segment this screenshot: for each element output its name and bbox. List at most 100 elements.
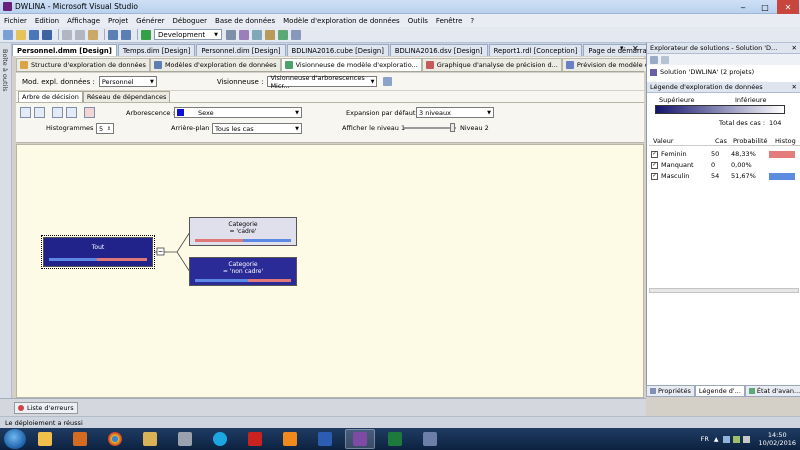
model-select[interactable]: Personnel ▼: [98, 76, 157, 87]
open-icon[interactable]: [16, 29, 26, 40]
menu-bar: Fichier Edition Affichage Projet Générer…: [0, 14, 800, 27]
clock[interactable]: 14:50 10/02/2016: [759, 431, 796, 447]
tree-node-root[interactable]: Tout: [41, 235, 155, 269]
horizontal-scrollbar[interactable]: [649, 288, 799, 293]
taskbar-sql[interactable]: [170, 429, 200, 449]
toolbox-icon[interactable]: [265, 29, 275, 40]
tab-personnel-dmm[interactable]: Personnel.dmm [Design]: [12, 44, 117, 56]
panel-title: Légende d'exploration de données: [650, 83, 763, 91]
expand-icon[interactable]: [84, 107, 95, 118]
menu-projet[interactable]: Projet: [108, 17, 128, 25]
start-debug-icon[interactable]: [141, 29, 151, 40]
node-attribute: Categorie: [228, 221, 258, 228]
close-button[interactable]: ✕: [777, 0, 799, 14]
solution-node[interactable]: Solution 'DWLINA' (2 projets): [647, 65, 800, 76]
new-project-icon[interactable]: [3, 29, 13, 40]
menu-generer[interactable]: Générer: [136, 17, 164, 25]
taskbar-chrome[interactable]: [100, 429, 130, 449]
show-all-files-icon[interactable]: [661, 55, 669, 64]
menu-fenetre[interactable]: Fenêtre: [436, 17, 462, 25]
copy-icon[interactable]: [75, 29, 85, 40]
tab-model-viewer[interactable]: Visionneuse de modèle d'exploratio...: [280, 58, 422, 71]
undo-icon[interactable]: [108, 29, 118, 40]
viewer-select[interactable]: Visionneuse d'arborescences Micr... ▼: [267, 74, 378, 90]
tab-mining-structure[interactable]: Structure d'exploration de données: [16, 58, 150, 71]
pin-icon[interactable]: ▾: [620, 44, 624, 52]
close-icon[interactable]: ✕: [792, 83, 797, 91]
row-checkbox[interactable]: ✓: [651, 172, 658, 180]
tree-select[interactable]: Sexe ▼: [174, 107, 302, 118]
decision-tree-canvas[interactable]: Tout Categorie = 'cadre' Categorie = 'no…: [16, 144, 644, 398]
redo-icon[interactable]: [121, 29, 131, 40]
menu-base-de-donnees[interactable]: Base de données: [215, 17, 275, 25]
menu-affichage[interactable]: Affichage: [67, 17, 100, 25]
level-slider-track[interactable]: [404, 127, 456, 129]
network-icon[interactable]: [722, 435, 730, 443]
maximize-button[interactable]: □: [754, 0, 776, 14]
tab-dependency-network[interactable]: Réseau de dépendances: [82, 91, 171, 102]
properties-icon[interactable]: [252, 29, 262, 40]
taskbar-excel[interactable]: [380, 429, 410, 449]
menu-deboguer[interactable]: Déboguer: [173, 17, 208, 25]
properties-icon[interactable]: [650, 55, 658, 64]
menu-outils[interactable]: Outils: [408, 17, 428, 25]
tab-progress[interactable]: État d'avan...: [744, 386, 800, 397]
object-browser-icon[interactable]: [278, 29, 288, 40]
taskbar-word[interactable]: [310, 429, 340, 449]
taskbar-media[interactable]: [65, 429, 95, 449]
tab-bdlina-cube[interactable]: BDLINA2016.cube [Design]: [286, 44, 389, 56]
start-button[interactable]: [4, 429, 26, 449]
zoom-in-icon[interactable]: [20, 107, 31, 118]
row-checkbox[interactable]: ✓: [651, 161, 658, 169]
tab-temps-dim[interactable]: Temps.dim [Design]: [117, 44, 196, 56]
find-icon[interactable]: [226, 29, 236, 40]
minimize-button[interactable]: ‒: [732, 0, 754, 14]
solution-explorer-icon[interactable]: [239, 29, 249, 40]
taskbar-explorer[interactable]: [30, 429, 60, 449]
volume-icon[interactable]: [742, 435, 750, 443]
show-hidden-icons-icon[interactable]: ▲: [714, 436, 719, 443]
tab-report1-rdl[interactable]: Report1.rdl [Conception]: [488, 44, 583, 56]
copy-graph-icon[interactable]: [383, 77, 393, 86]
tab-decision-tree[interactable]: Arbre de décision: [18, 91, 83, 102]
zoom-fit-icon[interactable]: [52, 107, 63, 118]
level-slider-thumb[interactable]: [450, 123, 455, 132]
expansion-select[interactable]: 3 niveaux ▼: [416, 107, 494, 118]
tab-error-list[interactable]: Liste d'erreurs: [14, 402, 78, 414]
tab-legend[interactable]: Légende d'...: [694, 386, 745, 397]
paste-icon[interactable]: [88, 29, 98, 40]
menu-aide[interactable]: ?: [470, 17, 474, 25]
menu-edition[interactable]: Edition: [35, 17, 59, 25]
tab-properties[interactable]: Propriétés: [646, 386, 695, 397]
toolbar-options-icon[interactable]: [291, 29, 301, 40]
tab-accuracy-chart[interactable]: Graphique d'analyse de précision d...: [421, 58, 562, 71]
save-all-icon[interactable]: [42, 29, 52, 40]
tree-node-cadre[interactable]: Categorie = 'cadre': [189, 217, 297, 246]
taskbar-sql-management[interactable]: [415, 429, 445, 449]
menu-fichier[interactable]: Fichier: [4, 17, 27, 25]
taskbar-folder[interactable]: [135, 429, 165, 449]
language-indicator[interactable]: FR: [701, 435, 709, 443]
row-checkbox[interactable]: ✓: [651, 150, 658, 158]
battery-icon[interactable]: [732, 435, 740, 443]
zoom-out-icon[interactable]: [34, 107, 45, 118]
taskbar-vlc[interactable]: [275, 429, 305, 449]
configuration-select[interactable]: Development ▼: [154, 29, 222, 40]
tree-node-non-cadre[interactable]: Categorie = 'non cadre': [189, 257, 297, 286]
background-select[interactable]: Tous les cas ▼: [212, 123, 302, 134]
close-icon[interactable]: ✕: [792, 44, 797, 52]
close-document-icon[interactable]: ✕: [632, 44, 639, 53]
cut-icon[interactable]: [62, 29, 72, 40]
save-icon[interactable]: [29, 29, 39, 40]
toolbox-sidebar[interactable]: Boîte à outils: [0, 43, 12, 398]
copy-icon[interactable]: [66, 107, 77, 118]
menu-modele-exploration[interactable]: Modèle d'exploration de données: [283, 17, 400, 25]
histogram-stepper[interactable]: 5 ⇕: [96, 123, 114, 134]
taskbar-skype[interactable]: [205, 429, 235, 449]
taskbar-visual-studio[interactable]: [345, 429, 375, 449]
tab-bdlina-dsv[interactable]: BDLINA2016.dsv [Design]: [389, 44, 488, 56]
tab-mining-models[interactable]: Modèles d'exploration de données: [149, 58, 281, 71]
row-cases: 0: [711, 161, 716, 169]
tab-personnel-dim[interactable]: Personnel.dim [Design]: [196, 44, 286, 56]
taskbar-acrobat[interactable]: [240, 429, 270, 449]
